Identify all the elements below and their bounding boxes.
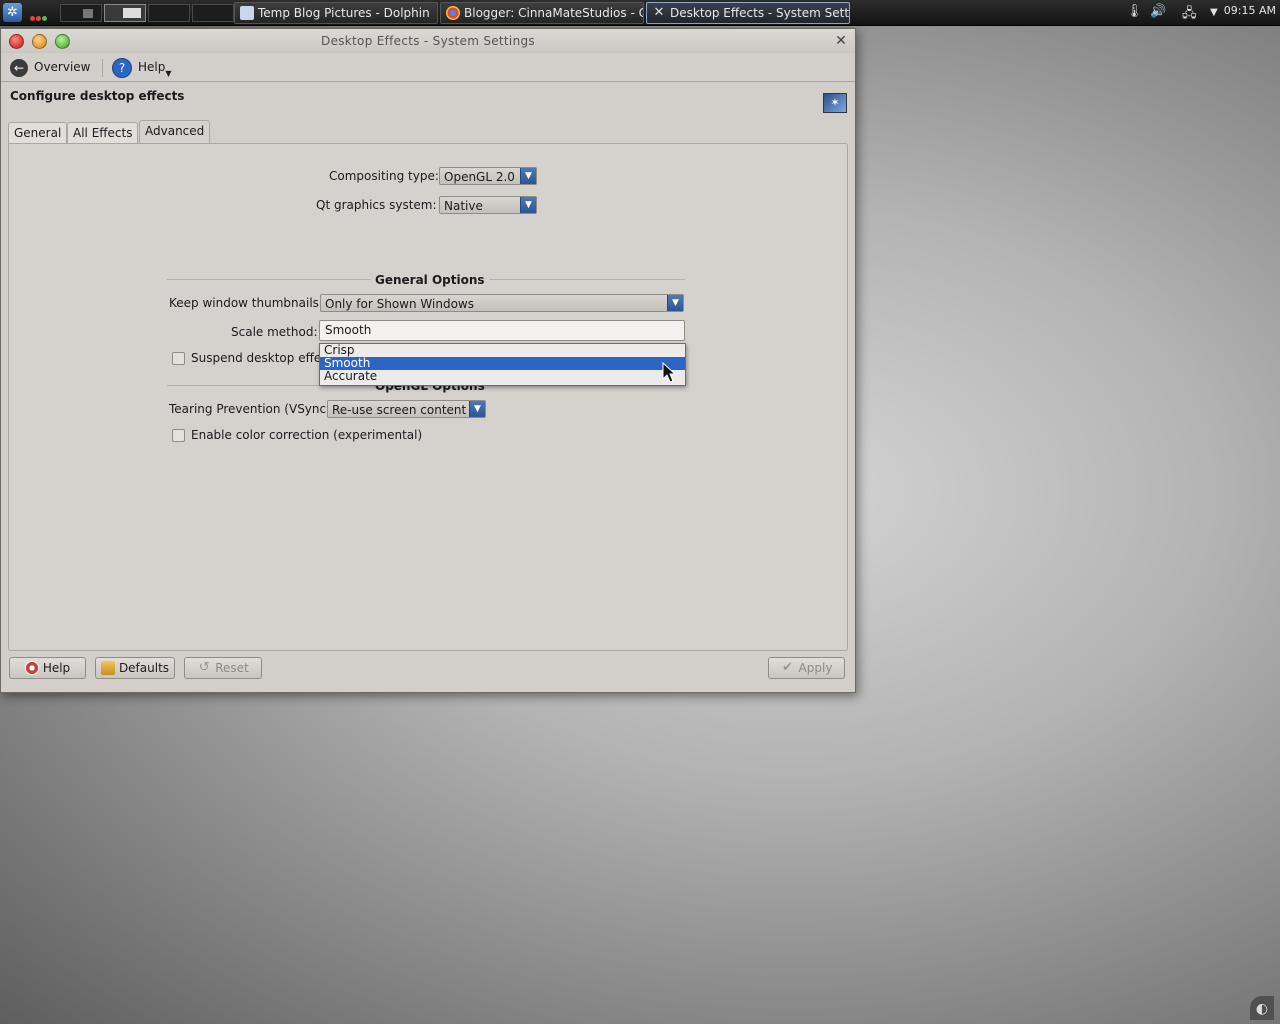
tools-icon: ✕: [653, 5, 665, 20]
toolbar: ← Overview ? Help▼: [1, 53, 855, 82]
chrome-icon: [446, 6, 460, 20]
back-arrow-icon: ←: [10, 58, 28, 77]
thermometer-icon[interactable]: 🌡: [1126, 4, 1143, 19]
desktop-effects-icon: ✶: [823, 93, 847, 113]
file-manager-icon: [240, 6, 254, 20]
help-button[interactable]: Help: [9, 657, 86, 679]
reset-button-label: Reset: [215, 661, 249, 675]
scale-option-crisp[interactable]: Crisp: [320, 344, 685, 357]
help-label: Help: [138, 60, 166, 74]
window-title: Desktop Effects - System Settings: [321, 34, 535, 48]
task-blogger[interactable]: Blogger: CinnaMateStudios - C: [440, 2, 644, 24]
scale-method-label: Scale method:: [231, 325, 318, 339]
system-settings-window: Desktop Effects - System Settings ✕ ← Ove…: [0, 28, 856, 693]
tab-all-effects[interactable]: All Effects: [67, 122, 139, 144]
qt-graphics-value: Native: [444, 199, 483, 213]
color-correction-checkbox[interactable]: [172, 429, 185, 442]
task-dolphin[interactable]: Temp Blog Pictures - Dolphin: [234, 2, 438, 24]
task-label: Temp Blog Pictures - Dolphin: [258, 6, 430, 20]
tools-icon[interactable]: ✕: [833, 33, 849, 49]
activity-dots-icon[interactable]: [30, 10, 48, 24]
tearing-prevention-combo[interactable]: Re-use screen content ▼: [327, 400, 486, 418]
tearing-prevention-label: Tearing Prevention (VSync): [169, 402, 331, 416]
compositing-type-label: Compositing type:: [329, 169, 439, 183]
mouse-cursor-icon: [662, 362, 676, 383]
qt-graphics-combo[interactable]: Native ▼: [439, 196, 537, 214]
reset-icon: ↺: [198, 659, 210, 675]
suspend-effects-checkbox[interactable]: [172, 352, 185, 365]
clock[interactable]: 09:15 AM: [1224, 4, 1276, 17]
defaults-button[interactable]: Defaults: [95, 657, 175, 679]
help-icon: ?: [112, 57, 132, 78]
top-panel: ✲ Temp Blog Pictures - Dolphin Blogger: …: [0, 0, 1280, 26]
network-icon[interactable]: 🖧: [1182, 4, 1197, 26]
page-title: Configure desktop effects: [10, 89, 185, 103]
chevron-down-icon: ▼: [667, 295, 683, 311]
defaults-button-label: Defaults: [118, 661, 170, 675]
advanced-tab-panel: [8, 143, 848, 651]
color-correction-label: Enable color correction (experimental): [191, 428, 423, 442]
apply-button[interactable]: ✔ Apply: [768, 657, 845, 679]
pager-desktop-3[interactable]: [148, 4, 190, 22]
chevron-down-icon: ▼: [520, 197, 536, 213]
keep-thumbnails-label: Keep window thumbnails:: [169, 296, 323, 310]
scale-method-value: Smooth: [325, 323, 372, 337]
reset-button[interactable]: ↺ Reset: [184, 657, 262, 679]
scale-method-dropdown-list: Crisp Smooth Accurate: [319, 343, 686, 386]
task-desktop-effects[interactable]: ✕ Desktop Effects - System Sett: [646, 2, 850, 24]
help-menu-button[interactable]: ? Help▼: [112, 57, 172, 78]
task-label: Desktop Effects - System Sett: [670, 6, 850, 20]
tab-advanced[interactable]: Advanced: [139, 120, 211, 145]
application-launcher-icon[interactable]: ✲: [3, 3, 22, 22]
help-lifebuoy-icon: [24, 660, 39, 675]
dropdown-arrow-icon: ▼: [165, 69, 172, 78]
pager-desktop-2[interactable]: [104, 4, 146, 22]
desktop-pager: [60, 4, 236, 22]
task-label: Blogger: CinnaMateStudios - C: [464, 6, 644, 20]
keep-thumbnails-combo[interactable]: Only for Shown Windows ▼: [320, 294, 684, 312]
volume-icon[interactable]: 🔊: [1150, 4, 1166, 19]
compositing-type-value: OpenGL 2.0: [444, 170, 515, 184]
pager-desktop-1[interactable]: [60, 4, 102, 22]
pager-desktop-4[interactable]: [192, 4, 234, 22]
scale-option-accurate[interactable]: Accurate: [320, 370, 685, 383]
general-options-title: General Options: [371, 273, 489, 287]
keep-thumbnails-value: Only for Shown Windows: [325, 297, 474, 311]
defaults-icon: [100, 660, 115, 675]
tearing-prevention-value: Re-use screen content: [332, 403, 467, 417]
suspend-effects-label: Suspend desktop effe: [191, 351, 322, 365]
overview-label: Overview: [34, 60, 91, 74]
overview-button[interactable]: ← Overview: [10, 57, 91, 77]
checkmark-icon: ✔: [782, 659, 793, 675]
chevron-down-icon: ▼: [469, 401, 485, 417]
scale-method-combo[interactable]: Smooth: [319, 320, 685, 341]
apply-button-label: Apply: [798, 661, 833, 675]
compositing-type-combo[interactable]: OpenGL 2.0 ▼: [439, 167, 537, 185]
tray-expand-icon[interactable]: ▼: [1210, 7, 1218, 18]
desktop-toolbox-icon[interactable]: ◐: [1250, 996, 1274, 1020]
tab-general[interactable]: General: [8, 122, 68, 144]
help-button-label: Help: [42, 661, 71, 675]
toolbar-separator: [102, 59, 103, 77]
chevron-down-icon: ▼: [520, 168, 536, 184]
title-bar[interactable]: Desktop Effects - System Settings ✕: [1, 29, 855, 53]
qt-graphics-label: Qt graphics system:: [316, 198, 437, 212]
